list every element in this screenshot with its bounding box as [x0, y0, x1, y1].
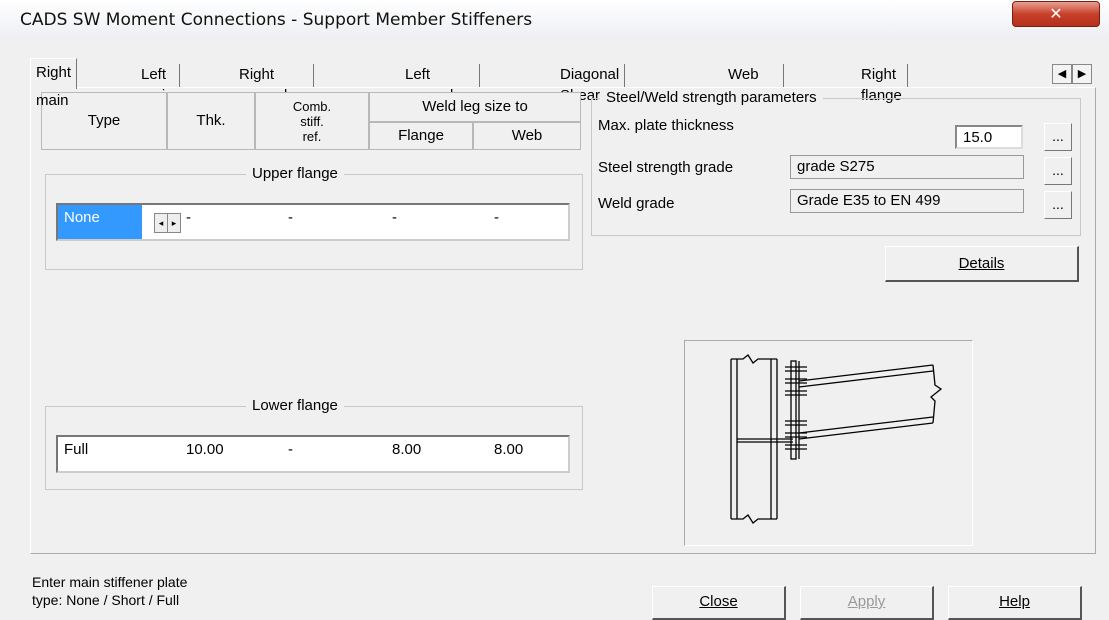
- details-button[interactable]: Details: [885, 246, 1079, 282]
- lower-flange-group: Lower flange Full 10.00 - 8.00 8.00: [45, 397, 583, 490]
- column-header-comb-stiff-ref: Comb. stiff. ref.: [255, 92, 369, 150]
- lower-flange-thk: 10.00: [186, 441, 224, 458]
- weld-grade-browse-button[interactable]: ...: [1044, 191, 1072, 219]
- upper-flange-type-value: None: [64, 209, 100, 226]
- column-header-thk: Thk.: [167, 92, 255, 150]
- lower-flange-weld-flange: 8.00: [392, 441, 422, 458]
- upper-flange-type-cell[interactable]: None: [58, 205, 142, 239]
- dialog-body: Right main Left main Right secondary Lef…: [0, 36, 1109, 620]
- lower-flange-legend: Lower flange: [246, 397, 344, 414]
- steel-strength-grade-field: grade S275: [790, 155, 1024, 179]
- strength-parameters-group: Steel/Weld strength parameters Max. plat…: [591, 89, 1081, 236]
- upper-flange-thk: -: [186, 209, 191, 226]
- status-text-line1: Enter main stiffener plate: [32, 574, 188, 590]
- comb-label-line1: Comb.: [292, 99, 332, 114]
- tab-right-main[interactable]: Right main: [30, 58, 78, 109]
- max-plate-thickness-label: Max. plate thickness: [598, 117, 734, 134]
- tab-right-flange[interactable]: Right flange: [856, 64, 908, 104]
- weld-grade-field: Grade E35 to EN 499: [790, 189, 1024, 213]
- connection-diagram-drawing: [730, 354, 943, 524]
- tab-left-main[interactable]: Left main: [136, 64, 180, 104]
- help-button[interactable]: Help: [948, 586, 1082, 620]
- tab-web-doubler[interactable]: Web doubler: [723, 64, 785, 104]
- window-title: CADS SW Moment Connections - Support Mem…: [20, 10, 533, 30]
- tab-scroll-right-button[interactable]: ▶: [1072, 64, 1092, 84]
- column-header-weld-leg: Weld leg size to: [369, 92, 581, 122]
- window-close-button[interactable]: ✕: [1012, 1, 1100, 27]
- steel-strength-grade-browse-button[interactable]: ...: [1044, 157, 1072, 185]
- status-text-line2: type: None / Short / Full: [32, 592, 180, 608]
- spin-left-button[interactable]: ◂: [154, 213, 168, 233]
- weld-grade-label: Weld grade: [598, 195, 675, 212]
- upper-flange-legend: Upper flange: [246, 165, 344, 182]
- upper-flange-weld-web: -: [494, 209, 499, 226]
- close-button[interactable]: Close: [652, 586, 786, 620]
- apply-button[interactable]: Apply: [800, 586, 934, 620]
- column-header-flange: Flange: [369, 122, 473, 150]
- close-button-label: Close: [699, 593, 738, 610]
- lower-flange-weld-web: 8.00: [494, 441, 524, 458]
- apply-button-label: Apply: [847, 593, 886, 610]
- tab-diagonal-shear[interactable]: Diagonal Shear: [555, 64, 626, 104]
- max-plate-thickness-browse-button[interactable]: ...: [1044, 123, 1072, 151]
- comb-label-line2: stiff.: [300, 114, 324, 129]
- help-button-label: Help: [999, 593, 1030, 610]
- comb-label-line3: ref.: [302, 129, 322, 144]
- max-plate-thickness-input[interactable]: 15.0: [955, 125, 1023, 149]
- upper-flange-comb: -: [288, 209, 293, 226]
- tab-left-secondary[interactable]: Left secondary: [400, 64, 481, 104]
- upper-flange-group: Upper flange None ◂ ▸ - - - -: [45, 165, 583, 270]
- lower-flange-type: Full: [64, 441, 89, 458]
- steel-strength-grade-label: Steel strength grade: [598, 159, 734, 176]
- strength-parameters-legend: Steel/Weld strength parameters: [600, 89, 823, 106]
- tab-scroll-left-button[interactable]: ◀: [1052, 64, 1072, 84]
- connection-diagram: [684, 340, 973, 546]
- upper-flange-row[interactable]: None ◂ ▸ - - - -: [56, 203, 570, 241]
- lower-flange-row[interactable]: Full 10.00 - 8.00 8.00: [56, 435, 570, 473]
- column-header-web: Web: [473, 122, 581, 150]
- upper-flange-weld-flange: -: [392, 209, 397, 226]
- details-button-label: Details: [958, 255, 1005, 272]
- tab-right-secondary[interactable]: Right secondary: [234, 64, 315, 104]
- lower-flange-comb: -: [288, 441, 293, 458]
- title-bar: CADS SW Moment Connections - Support Mem…: [0, 0, 1109, 36]
- spin-right-button[interactable]: ▸: [167, 213, 181, 233]
